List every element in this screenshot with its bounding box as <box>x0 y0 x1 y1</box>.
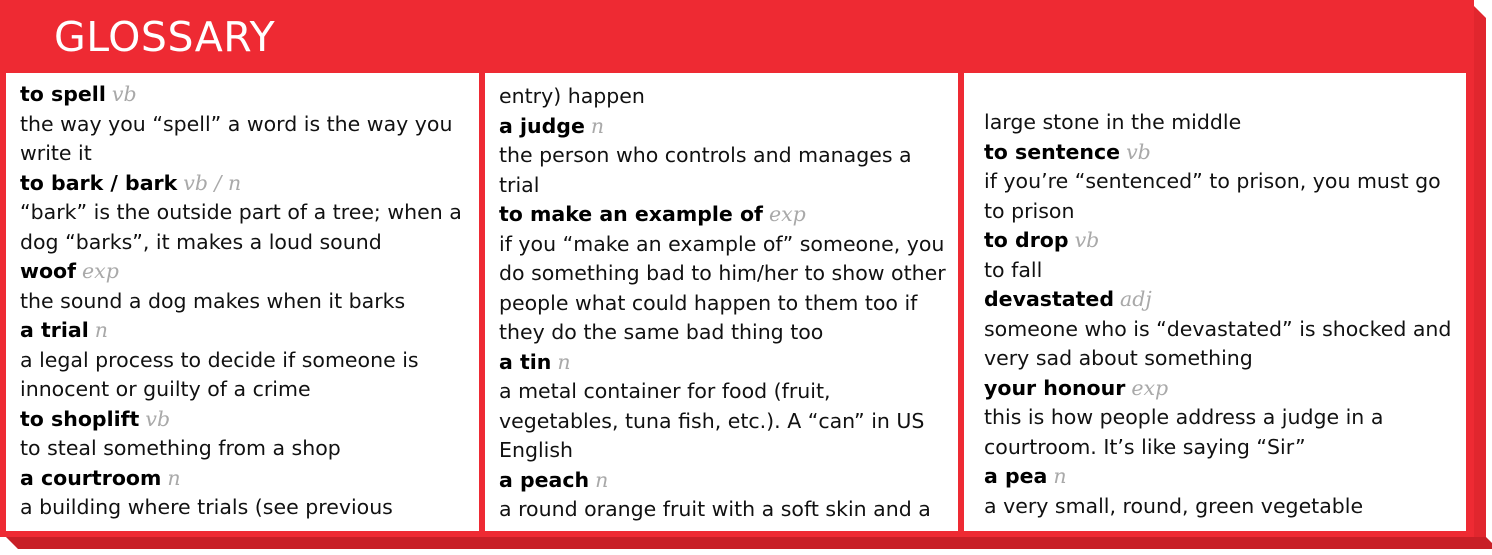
glossary-entry-heading: to bark / bark vb / n <box>20 169 471 199</box>
glossary-entry-heading: woof exp <box>20 257 471 287</box>
glossary-term: to bark / bark <box>20 170 178 195</box>
glossary-entry-heading: to drop vb <box>984 226 1458 256</box>
glossary-term: to spell <box>20 82 106 106</box>
part-of-speech: vb <box>111 82 137 106</box>
part-of-speech: exp <box>768 202 806 226</box>
glossary-term: woof <box>20 259 77 283</box>
glossary-entry-heading: to sentence vb <box>984 138 1458 168</box>
glossary-definition: the person who controls and manages a tr… <box>499 143 912 197</box>
part-of-speech: exp <box>1131 375 1169 400</box>
glossary-term: a courtroom <box>20 465 162 490</box>
glossary-definition: to steal something from a shop <box>20 436 341 460</box>
glossary-column-3: large stone in the middle to sentence vb if… <box>964 73 1466 531</box>
glossary-entry-heading: to spell vb <box>20 80 471 110</box>
glossary-entry-heading: to shoplift vb <box>20 405 471 435</box>
glossary-term: your honour <box>984 375 1126 400</box>
part-of-speech: vb <box>145 406 171 431</box>
glossary-entry-heading: a tin n <box>499 348 950 378</box>
glossary-definition: a legal process to decide if someone is … <box>20 347 419 402</box>
glossary-frame-side <box>1474 6 1486 549</box>
glossary-term: to make an example of <box>499 202 763 226</box>
part-of-speech: n <box>1053 464 1067 488</box>
glossary-definition: the way you “spell” a word is the way yo… <box>20 111 453 166</box>
part-of-speech: n <box>167 465 181 490</box>
part-of-speech: exp <box>82 259 119 283</box>
glossary-definition: a metal container for food (fruit, veget… <box>499 379 925 462</box>
glossary-term: to shoplift <box>20 406 140 431</box>
continued-definition: entry) happen <box>499 84 645 108</box>
glossary-term: to drop <box>984 228 1069 252</box>
glossary-definition: a round orange fruit with a soft skin an… <box>499 497 931 521</box>
glossary-definition: if you’re “sentenced” to prison, you mus… <box>984 169 1441 223</box>
glossary-frame-bottom <box>6 537 1492 549</box>
glossary-definition: a building where trials (see previous <box>20 495 393 519</box>
glossary-definition: “bark” is the outside part of a tree; wh… <box>20 200 462 254</box>
glossary-definition: a very small, round, green vegetable <box>984 493 1364 518</box>
glossary-definition: to fall <box>984 257 1043 282</box>
glossary-entry-heading: a pea n <box>984 462 1458 492</box>
glossary-term: a peach <box>499 467 590 492</box>
glossary-term: to sentence <box>984 139 1121 164</box>
part-of-speech: n <box>595 467 609 492</box>
glossary-definition: someone who is “devastated” is shocked a… <box>984 316 1452 371</box>
glossary-entry-heading: a peach n <box>499 466 950 496</box>
part-of-speech: n <box>94 318 108 342</box>
part-of-speech: adj <box>1120 287 1152 311</box>
glossary-column-2: entry) happen a judge n the person who cont… <box>485 73 958 531</box>
glossary-definition: this is how people address a judge in a … <box>984 405 1384 459</box>
part-of-speech: vb <box>1074 228 1100 252</box>
part-of-speech: n <box>557 349 571 374</box>
glossary-entry-heading: a trial n <box>20 316 471 346</box>
glossary-column-1: to spell vb the way you “spell” a word is … <box>6 73 479 531</box>
glossary-definition: the sound a dog makes when it barks <box>20 288 406 313</box>
glossary-definition: if you “make an example of” someone, you… <box>499 231 946 345</box>
part-of-speech: vb <box>1126 139 1151 164</box>
glossary-entry-heading: your honour exp <box>984 374 1458 404</box>
glossary-term: a trial <box>20 318 89 342</box>
glossary-term: a tin <box>499 349 552 374</box>
glossary-entry-heading: to make an example of exp <box>499 200 950 230</box>
continued-definition: large stone in the middle <box>984 110 1242 134</box>
part-of-speech: n <box>590 113 605 138</box>
glossary-term: devastated <box>984 287 1114 311</box>
glossary-entry-heading: devastated adj <box>984 285 1458 315</box>
glossary-entry-heading: a judge n <box>499 112 950 142</box>
glossary-term: a pea <box>984 464 1048 488</box>
part-of-speech: vb / n <box>183 170 242 195</box>
glossary-term: a judge <box>499 113 585 138</box>
glossary-entry-heading: a courtroom n <box>20 464 471 494</box>
glossary-title: GLOSSARY <box>54 13 276 61</box>
